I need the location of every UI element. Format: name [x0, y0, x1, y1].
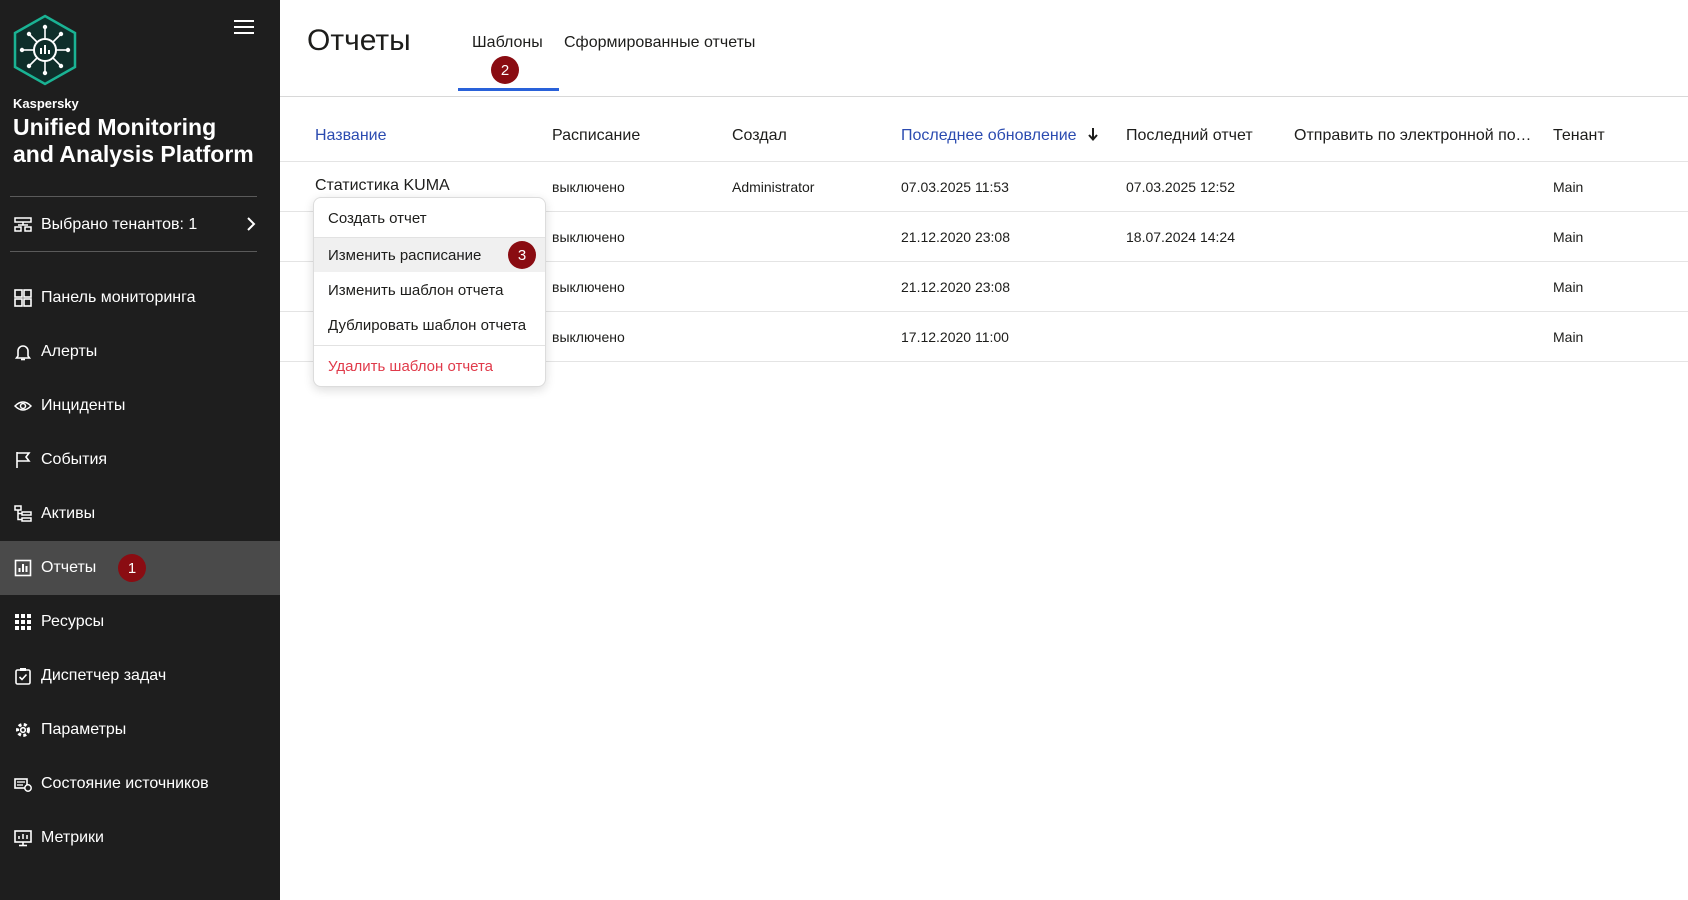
cell-schedule: выключено [552, 329, 625, 345]
main-content: Отчеты Шаблоны Сформированные отчеты 2 Н… [280, 0, 1688, 900]
sidebar-item-label: Состояние источников [41, 775, 209, 792]
cell-last-report: 18.07.2024 14:24 [1126, 229, 1235, 245]
cell-last-update: 07.03.2025 11:53 [901, 179, 1009, 195]
column-header-last-report[interactable]: Последний отчет [1126, 127, 1253, 145]
cell-schedule: выключено [552, 279, 625, 295]
sidebar-item-label: Метрики [41, 829, 104, 846]
sidebar-item-source-status[interactable]: Состояние источников [0, 757, 280, 811]
source-status-icon [13, 774, 33, 794]
sidebar-item-label: События [41, 451, 108, 468]
sidebar-item-label: Отчеты [41, 559, 97, 576]
table-header: Название Расписание Создал Последнее обн… [280, 112, 1688, 162]
header-divider [280, 96, 1688, 97]
column-header-schedule[interactable]: Расписание [552, 127, 640, 145]
column-header-creator[interactable]: Создал [732, 127, 787, 145]
sidebar-divider [10, 251, 257, 252]
kaspersky-logo-icon [13, 14, 77, 86]
cell-last-update: 21.12.2020 23:08 [901, 279, 1010, 295]
gear-icon [13, 720, 33, 740]
sidebar-item-task-manager[interactable]: Диспетчер задач [0, 649, 280, 703]
cell-name[interactable]: Статистика KUMA [315, 177, 450, 195]
cell-tenant: Main [1553, 229, 1584, 245]
step-badge-1: 1 [118, 554, 146, 582]
sidebar-item-label: Панель мониторинга [41, 289, 196, 306]
sidebar-item-reports[interactable]: Отчеты 1 [0, 541, 280, 595]
step-badge-2: 2 [491, 56, 519, 84]
tabs-bar: Шаблоны Сформированные отчеты [458, 30, 1688, 92]
menu-item-create-report[interactable]: Создать отчет [314, 201, 545, 235]
column-header-tenant[interactable]: Тенант [1553, 127, 1605, 145]
row-context-menu: Создать отчет Изменить расписание 3 Изме… [313, 197, 546, 387]
sidebar-item-label: Ресурсы [41, 613, 105, 630]
cell-last-report: 07.03.2025 12:52 [1126, 179, 1235, 195]
sidebar-item-events[interactable]: События [0, 433, 280, 487]
tab-templates[interactable]: Шаблоны [472, 34, 543, 52]
sidebar-item-label: Активы [41, 505, 96, 522]
menu-item-duplicate-template[interactable]: Дублировать шаблон отчета [314, 308, 545, 342]
tenant-selector[interactable]: Выбрано тенантов: 1 [0, 204, 280, 246]
cell-creator: Administrator [732, 179, 815, 195]
bell-icon [13, 342, 33, 362]
sidebar: Kaspersky Unified Monitoring and Analysi… [0, 0, 280, 900]
cell-last-update: 17.12.2020 11:00 [901, 329, 1009, 345]
sidebar-item-incidents[interactable]: Инциденты [0, 379, 280, 433]
chevron-right-icon [247, 217, 256, 231]
sidebar-item-resources[interactable]: Ресурсы [0, 595, 280, 649]
cell-schedule: выключено [552, 229, 625, 245]
menu-toggle-icon[interactable] [234, 20, 254, 36]
sidebar-divider [10, 196, 257, 197]
sidebar-nav: Панель мониторинга Алерты Инциденты Собы… [0, 271, 280, 865]
app-root: Kaspersky Unified Monitoring and Analysi… [0, 0, 1688, 900]
column-header-send-email[interactable]: Отправить по электронной поч... [1294, 127, 1534, 145]
report-chart-icon [13, 558, 33, 578]
cell-schedule: выключено [552, 179, 625, 195]
tree-icon [13, 504, 33, 524]
step-badge-3: 3 [508, 241, 536, 269]
cell-tenant: Main [1553, 179, 1584, 195]
sidebar-item-label: Инциденты [41, 397, 126, 414]
tenant-hierarchy-icon [13, 215, 33, 235]
tenant-selector-label: Выбрано тенантов: 1 [41, 216, 198, 233]
cell-last-update: 21.12.2020 23:08 [901, 229, 1010, 245]
sidebar-item-settings[interactable]: Параметры [0, 703, 280, 757]
monitor-metrics-icon [13, 828, 33, 848]
clipboard-check-icon [13, 666, 33, 686]
sidebar-item-label: Диспетчер задач [41, 667, 167, 684]
brand-product-title: Unified Monitoring and Analysis Platform [13, 114, 254, 167]
sidebar-item-metrics[interactable]: Метрики [0, 811, 280, 865]
menu-divider [314, 345, 545, 346]
menu-item-delete-template[interactable]: Удалить шаблон отчета [314, 349, 545, 383]
menu-item-edit-template[interactable]: Изменить шаблон отчета [314, 273, 545, 307]
grid-icon [13, 612, 33, 632]
sidebar-item-assets[interactable]: Активы [0, 487, 280, 541]
active-tab-indicator [458, 88, 559, 91]
eye-icon [13, 396, 33, 416]
tab-generated-reports[interactable]: Сформированные отчеты [564, 34, 755, 52]
page-title: Отчеты [307, 24, 411, 57]
cell-tenant: Main [1553, 329, 1584, 345]
sort-desc-arrow-icon [1088, 128, 1098, 142]
column-header-last-update[interactable]: Последнее обновление [901, 127, 1099, 145]
brand-vendor: Kaspersky [13, 96, 79, 111]
flag-icon [13, 450, 33, 470]
sidebar-item-dashboard[interactable]: Панель мониторинга [0, 271, 280, 325]
sidebar-item-alerts[interactable]: Алерты [0, 325, 280, 379]
column-header-name[interactable]: Название [315, 127, 387, 145]
sidebar-item-label: Параметры [41, 721, 127, 738]
sidebar-item-label: Алерты [41, 343, 98, 360]
cell-tenant: Main [1553, 279, 1584, 295]
dashboard-icon [13, 288, 33, 308]
column-header-last-update-label: Последнее обновление [901, 127, 1077, 144]
